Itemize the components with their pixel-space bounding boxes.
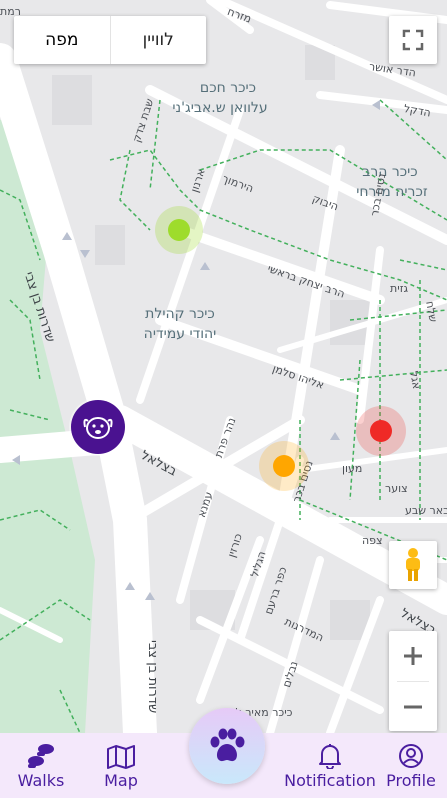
bell-icon bbox=[319, 744, 341, 769]
paw-icon bbox=[210, 728, 245, 762]
fullscreen-icon bbox=[402, 29, 424, 51]
tab-walks[interactable]: Walks bbox=[10, 733, 72, 798]
dog-face-icon bbox=[83, 417, 113, 439]
tab-profile[interactable]: Profile bbox=[382, 733, 440, 798]
street-view-button[interactable] bbox=[389, 541, 437, 589]
footprints-icon bbox=[28, 744, 54, 768]
plus-icon bbox=[404, 647, 422, 665]
zoom-control bbox=[389, 631, 437, 731]
minus-icon bbox=[404, 705, 422, 709]
label-square-hacham: כיכר חכם bbox=[199, 80, 257, 96]
tab-notification[interactable]: Notification bbox=[280, 733, 380, 798]
start-walk-button[interactable] bbox=[189, 708, 265, 784]
walk-marker-green[interactable] bbox=[168, 219, 190, 241]
map-icon bbox=[107, 745, 135, 769]
map-view[interactable]: כיכר חכם עלוואן ש.אביג'ני כיכר הרב זכריה… bbox=[0, 0, 447, 733]
label-maon: מעון bbox=[342, 462, 363, 475]
label-gazit: גזית bbox=[390, 282, 409, 295]
profile-icon bbox=[399, 744, 423, 768]
label-sderot-ben-zvi-2: שדרות בן צבי bbox=[145, 640, 160, 714]
label-square-kehilat-2: יהודי עמידיה bbox=[143, 326, 217, 342]
map-type-satellite-button[interactable]: לוויין bbox=[111, 16, 207, 64]
walk-marker-red[interactable] bbox=[370, 420, 392, 442]
walk-marker-orange[interactable] bbox=[273, 455, 295, 477]
tab-map[interactable]: Map bbox=[96, 733, 146, 798]
zoom-in-button[interactable] bbox=[389, 631, 437, 681]
tab-notification-label: Notification bbox=[284, 771, 376, 790]
dog-location-marker[interactable] bbox=[71, 400, 125, 454]
label-tzfat: צפה bbox=[362, 534, 383, 547]
zoom-out-button[interactable] bbox=[389, 682, 437, 732]
label-square-kehilat: כיכר קהילת bbox=[145, 306, 215, 322]
label-square-harav-2: זכריה מזרחי bbox=[356, 184, 428, 200]
tab-profile-label: Profile bbox=[386, 771, 436, 790]
label-square-harav: כיכר הרב bbox=[362, 164, 418, 180]
label-square-hacham-2: עלוואן ש.אביג'ני bbox=[172, 100, 268, 116]
map-type-toggle: מפה לוויין bbox=[14, 16, 206, 64]
label-tzoar: צוער bbox=[385, 482, 408, 495]
fullscreen-button[interactable] bbox=[389, 16, 437, 64]
tab-walks-label: Walks bbox=[17, 771, 65, 790]
map-type-map-button[interactable]: מפה bbox=[14, 16, 110, 64]
pegman-icon bbox=[406, 548, 420, 581]
label-beer-sheva: באר שבע bbox=[405, 504, 447, 517]
tab-map-label: Map bbox=[104, 771, 138, 790]
